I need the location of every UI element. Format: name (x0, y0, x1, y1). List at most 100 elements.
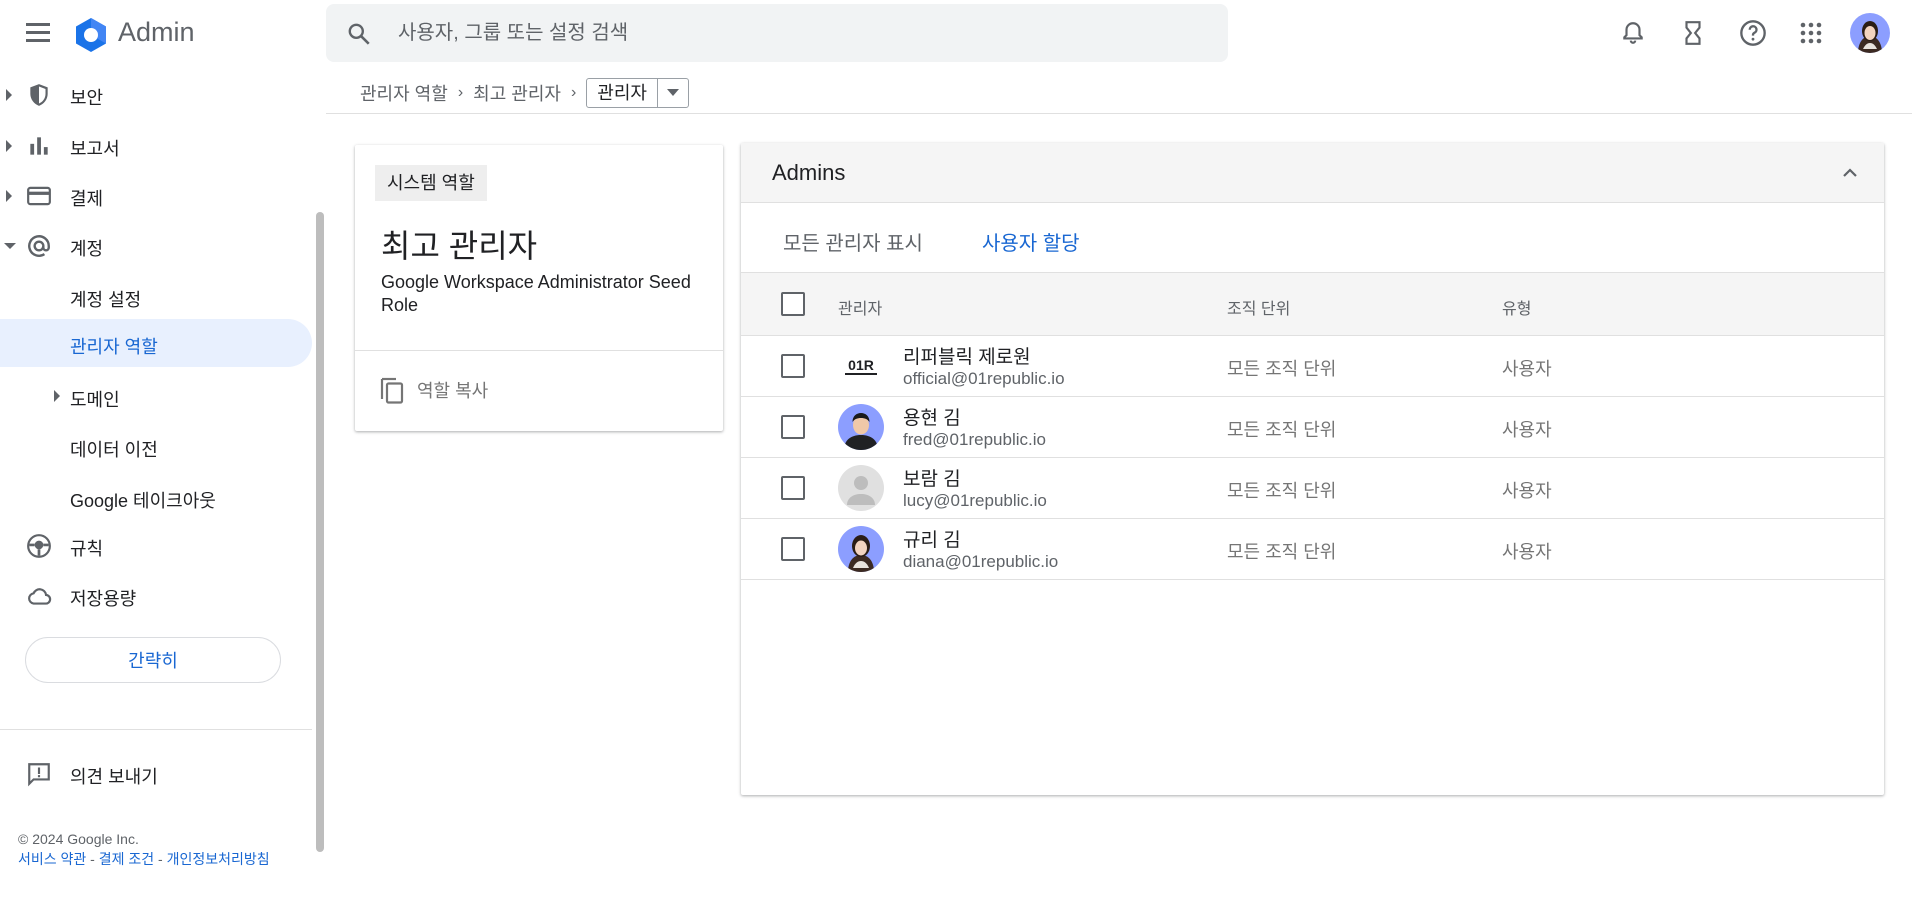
column-header-admin[interactable]: 관리자 (838, 295, 882, 319)
row-checkbox[interactable] (781, 476, 805, 500)
sidebar-item-rules[interactable]: 규칙 (0, 522, 312, 570)
sidebar-subitem-label: Google 테이크아웃 (70, 491, 216, 511)
sidebar-item-storage[interactable]: 저장용량 (0, 572, 312, 620)
avatar (838, 526, 884, 572)
breadcrumb-current-select[interactable]: 관리자 (586, 78, 689, 108)
admin-org-unit: 모든 조직 단위 (1227, 481, 1337, 501)
column-header-type[interactable]: 유형 (1502, 295, 1531, 319)
sidebar-subitem-admin-roles[interactable]: 관리자 역할 (0, 319, 312, 367)
sidebar-subitem-label: 계정 설정 (70, 290, 142, 310)
sidebar-subitem-label: 도메인 (70, 390, 120, 410)
assign-users-link[interactable]: 사용자 할당 (982, 227, 1080, 256)
collapse-sidebar-button[interactable]: 간략히 (25, 637, 281, 683)
send-feedback-button[interactable]: 의견 보내기 (0, 750, 312, 798)
breadcrumb-admin-roles[interactable]: 관리자 역할 (360, 80, 448, 106)
admin-type: 사용자 (1502, 359, 1552, 379)
role-title: 최고 관리자 (381, 228, 538, 264)
expand-arrow-icon[interactable] (54, 390, 60, 402)
admin-email: lucy@01republic.io (903, 491, 1047, 510)
row-checkbox[interactable] (781, 537, 805, 561)
role-info-card: 시스템 역할 최고 관리자 Google Workspace Administr… (355, 145, 723, 431)
cloud-icon (28, 588, 52, 605)
sidebar-item-label: 보안 (70, 88, 104, 108)
sidebar-item-billing[interactable]: 결제 (0, 172, 312, 220)
header-divider (326, 113, 1912, 114)
app-title[interactable]: Admin (118, 17, 195, 48)
sidebar-subitem-account-settings[interactable]: 계정 설정 (0, 272, 312, 320)
row-checkbox[interactable] (781, 415, 805, 439)
sidebar-item-label: 규칙 (70, 539, 104, 559)
expand-arrow-icon[interactable] (6, 140, 12, 152)
select-all-checkbox[interactable] (781, 292, 805, 316)
admin-email: fred@01republic.io (903, 430, 1046, 449)
sidebar-subitem-label: 데이터 이전 (70, 440, 158, 460)
table-row[interactable]: 용현 김 fred@01republic.io 모든 조직 단위 사용자 (741, 397, 1884, 458)
dropdown-arrow-icon[interactable] (658, 79, 688, 107)
sidebar-item-label: 계정 (70, 239, 104, 259)
shield-icon (30, 84, 48, 106)
sidebar-subitem-data-migration[interactable]: 데이터 이전 (0, 422, 312, 470)
sidebar-item-security[interactable]: 보안 (0, 71, 312, 119)
help-icon[interactable] (1736, 16, 1770, 50)
search-icon[interactable] (346, 21, 372, 47)
sidebar-subitem-domains[interactable]: 도메인 (0, 372, 312, 420)
admin-name[interactable]: 용현 김 (903, 403, 961, 430)
privacy-policy-link[interactable]: 개인정보처리방침 (167, 851, 270, 867)
row-checkbox[interactable] (781, 354, 805, 378)
hourglass-icon[interactable] (1676, 16, 1710, 50)
account-avatar[interactable] (1850, 13, 1890, 53)
sidebar-scrollbar[interactable] (316, 212, 324, 852)
terms-of-service-link[interactable]: 서비스 약관 (18, 851, 86, 867)
avatar (838, 465, 884, 511)
sidebar-subitem-label: 관리자 역할 (70, 337, 158, 357)
breadcrumb-current: 관리자 (587, 79, 658, 107)
admins-title: Admins (772, 160, 846, 185)
admin-org-unit: 모든 조직 단위 (1227, 420, 1337, 440)
show-all-admins-link[interactable]: 모든 관리자 표시 (783, 227, 923, 256)
table-row[interactable]: 01R 리퍼블릭 제로원 official@01republic.io 모든 조… (741, 336, 1884, 397)
search-bar[interactable] (326, 4, 1228, 62)
sidebar-item-account[interactable]: 계정 (0, 222, 312, 270)
system-role-chip: 시스템 역할 (375, 165, 487, 201)
feedback-label: 의견 보내기 (70, 767, 158, 787)
at-sign-icon (28, 235, 50, 257)
admins-card-header[interactable]: Admins (741, 143, 1884, 203)
admin-name[interactable]: 보람 김 (903, 464, 961, 491)
collapse-arrow-icon[interactable] (4, 243, 16, 249)
chevron-up-icon[interactable] (1838, 161, 1862, 185)
apps-icon[interactable] (1794, 16, 1828, 50)
search-input[interactable] (398, 4, 1198, 62)
column-header-org-unit[interactable]: 조직 단위 (1227, 295, 1290, 319)
admin-type: 사용자 (1502, 481, 1552, 501)
table-row[interactable]: 규리 김 diana@01republic.io 모든 조직 단위 사용자 (741, 519, 1884, 580)
admin-logo-icon (76, 18, 106, 52)
copy-icon (380, 377, 404, 404)
bar-chart-icon (30, 137, 48, 155)
link-separator: - (154, 851, 167, 867)
admin-name[interactable]: 규리 김 (903, 525, 961, 552)
billing-terms-link[interactable]: 결제 조건 (99, 851, 154, 867)
table-row[interactable]: 보람 김 lucy@01republic.io 모든 조직 단위 사용자 (741, 458, 1884, 519)
notifications-icon[interactable] (1616, 16, 1650, 50)
expand-arrow-icon[interactable] (6, 89, 12, 101)
sidebar-item-label: 보고서 (70, 139, 120, 159)
admin-email: diana@01republic.io (903, 552, 1059, 571)
admin-name[interactable]: 리퍼블릭 제로원 (903, 342, 1031, 369)
admin-org-unit: 모든 조직 단위 (1227, 542, 1337, 562)
expand-arrow-icon[interactable] (6, 190, 12, 202)
copy-role-button[interactable]: 역할 복사 (379, 375, 488, 405)
sidebar-item-label: 저장용량 (70, 589, 137, 609)
default-person-icon (838, 465, 884, 511)
sidebar-subitem-google-takeout[interactable]: Google 테이크아웃 (0, 473, 312, 521)
table-header: 관리자 조직 단위 유형 (741, 272, 1884, 336)
sidebar-item-label: 결제 (70, 189, 104, 209)
main-menu-icon[interactable] (22, 20, 54, 46)
breadcrumb: 관리자 역할 › 최고 관리자 › 관리자 (360, 78, 689, 108)
role-description: Google Workspace Administrator Seed Role (381, 272, 691, 315)
footer-links: 서비스 약관 - 결제 조건 - 개인정보처리방침 (18, 849, 303, 869)
feedback-icon (28, 763, 50, 787)
breadcrumb-super-admin[interactable]: 최고 관리자 (473, 80, 561, 106)
admin-org-unit: 모든 조직 단위 (1227, 359, 1337, 379)
admin-type: 사용자 (1502, 542, 1552, 562)
sidebar-item-reports[interactable]: 보고서 (0, 122, 312, 170)
